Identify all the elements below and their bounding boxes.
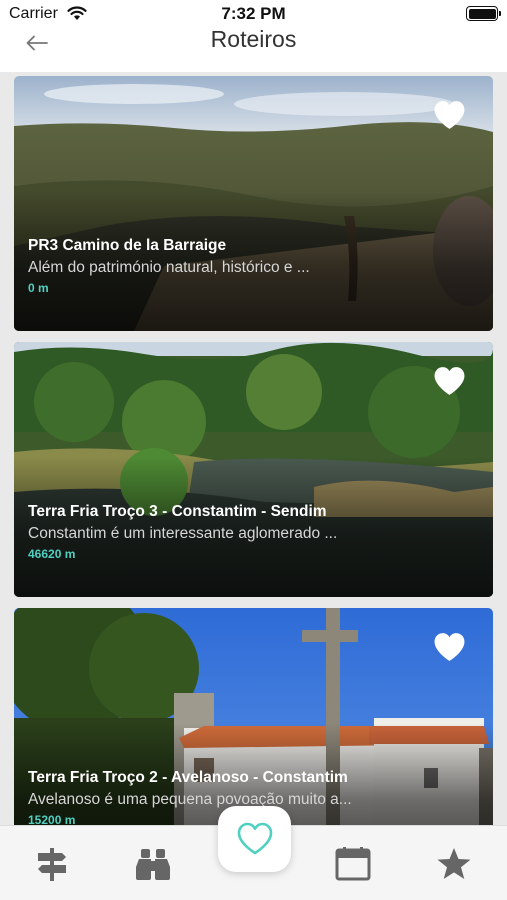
route-description: Além do património natural, histórico e … (28, 259, 310, 276)
route-distance: 46620 m (28, 547, 76, 561)
route-title: PR3 Camino de la Barraige (28, 237, 227, 254)
route-distance: 0 m (28, 281, 49, 295)
route-description: Avelanoso é uma pequena povoação muito a… (28, 791, 352, 808)
clock: 7:32 PM (221, 4, 286, 23)
route-description: Constantim é um interessante aglomerado … (28, 525, 338, 542)
page-title: Roteiros (210, 26, 297, 52)
heart-icon[interactable] (433, 366, 466, 396)
tab-explore[interactable] (133, 844, 173, 884)
calendar-icon (335, 847, 371, 881)
route-title: Terra Fria Troço 2 - Avelanoso - Constan… (28, 769, 348, 786)
signpost-icon (38, 848, 66, 881)
route-list[interactable]: PR3 Camino de la Barraige Além do patrim… (0, 72, 507, 825)
route-card[interactable]: PR3 Camino de la Barraige Além do patrim… (14, 76, 493, 331)
heart-icon[interactable] (433, 100, 466, 130)
tab-routes[interactable] (32, 844, 72, 884)
tab-favorites[interactable] (434, 844, 474, 884)
battery-icon (466, 6, 501, 21)
route-card[interactable]: Terra Fria Troço 3 - Constantim - Sendim… (14, 342, 493, 597)
binoculars-icon (136, 849, 170, 880)
star-icon (437, 848, 471, 879)
route-card[interactable]: Terra Fria Troço 2 - Avelanoso - Constan… (14, 608, 493, 825)
tab-calendar[interactable] (333, 844, 373, 884)
route-distance: 15200 m (28, 813, 76, 825)
heart-icon[interactable] (433, 632, 466, 662)
route-title: Terra Fria Troço 3 - Constantim - Sendim (28, 503, 327, 520)
app-screen: Carrier 7:32 PM Roteiros PR3 Camino de l… (0, 0, 507, 900)
navigation-bar: Roteiros (0, 22, 507, 72)
tab-liked[interactable] (218, 806, 291, 872)
heart-icon (237, 822, 272, 855)
